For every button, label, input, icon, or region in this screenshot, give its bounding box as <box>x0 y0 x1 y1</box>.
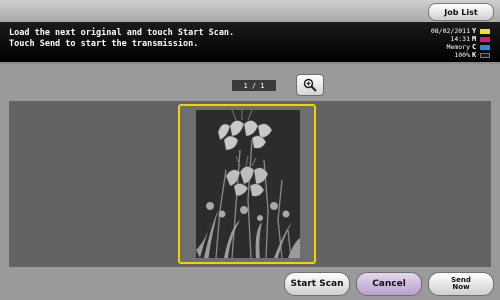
zoom-in-icon <box>303 78 317 92</box>
instruction-message: Load the next original and touch Start S… <box>9 28 234 50</box>
copier-scan-screen: Job List Load the next original and touc… <box>0 0 500 300</box>
top-strip: Job List <box>0 0 500 22</box>
memory-value: 100% <box>454 51 470 59</box>
instruction-line-2: Touch Send to start the transmission. <box>9 39 199 49</box>
instruction-line-1: Load the next original and touch Start S… <box>9 28 235 38</box>
toner-cyan: C <box>472 43 496 51</box>
scanned-page-thumbnail[interactable] <box>178 104 316 264</box>
time-display: 14:31 <box>450 35 470 43</box>
memory-label: Memory <box>446 43 470 51</box>
toner-magenta: M <box>472 35 496 43</box>
date-display: 08/02/2011 <box>430 27 470 35</box>
status-info: 08/02/2011 14:31 Memory 100% <box>420 27 470 59</box>
toner-black: K <box>472 51 496 59</box>
cancel-button[interactable]: Cancel <box>356 272 422 296</box>
toner-levels: Y M C K <box>472 27 496 59</box>
start-scan-button[interactable]: Start Scan <box>284 272 350 296</box>
job-list-button[interactable]: Job List <box>428 3 494 21</box>
zoom-button[interactable] <box>296 74 324 96</box>
send-now-line-2: Now <box>452 283 470 291</box>
toner-yellow-bar <box>480 28 490 34</box>
send-now-button[interactable]: Send Now <box>428 272 494 296</box>
scanned-image <box>196 110 300 258</box>
toner-magenta-bar <box>480 36 490 42</box>
toner-yellow: Y <box>472 27 496 35</box>
toner-black-bar <box>480 52 490 58</box>
page-counter: 1 / 1 <box>232 80 276 91</box>
message-bar: Load the next original and touch Start S… <box>0 22 500 62</box>
status-block: 08/02/2011 14:31 Memory 100% Y M C K <box>420 27 496 63</box>
toner-cyan-bar <box>480 44 490 50</box>
